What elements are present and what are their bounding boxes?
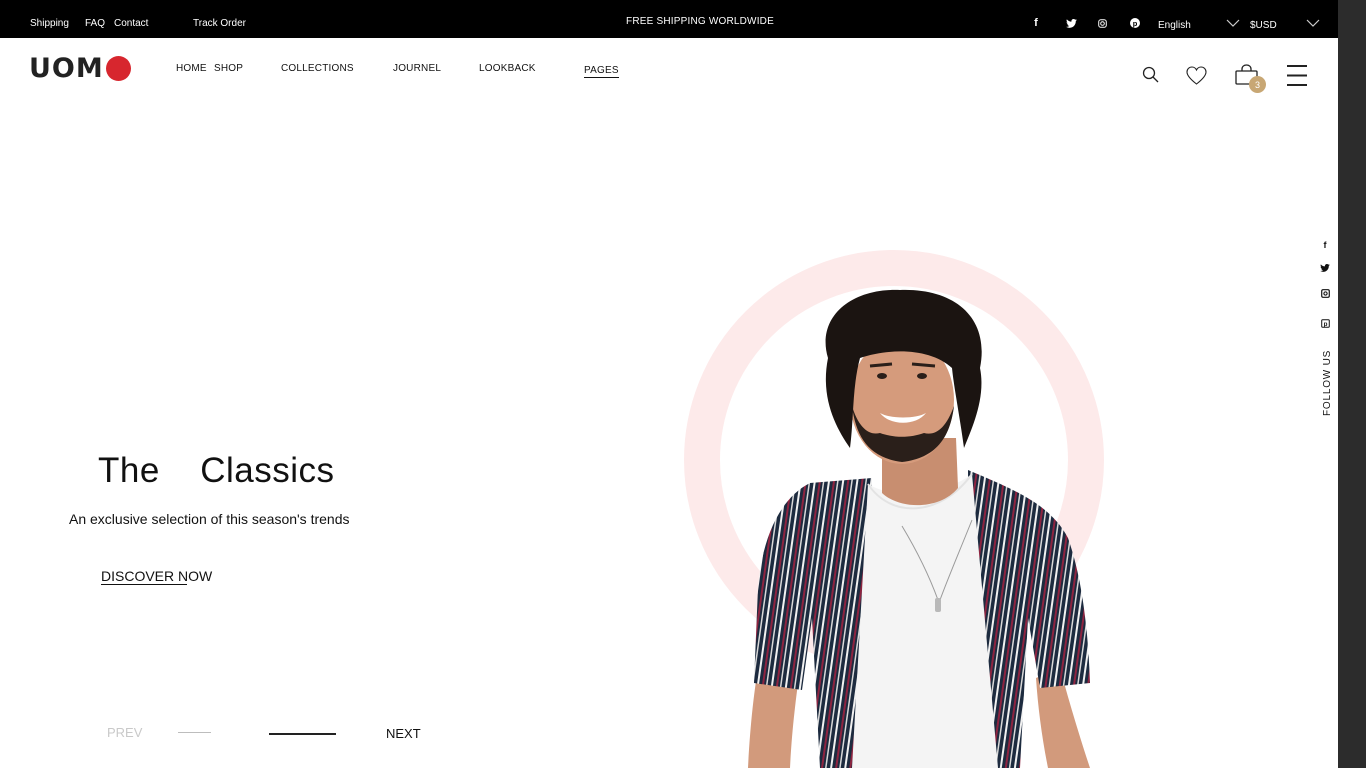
slide-indicator-active[interactable]: [269, 733, 336, 735]
language-select[interactable]: English: [1158, 20, 1191, 31]
nav-shop[interactable]: SHOP: [214, 63, 243, 74]
hero-model-image: [748, 289, 1090, 768]
logo-dot: [105, 55, 131, 81]
menu-icon[interactable]: [1287, 64, 1307, 87]
discover-underline: [101, 584, 187, 585]
hero-subtitle: An exclusive selection of this season's …: [69, 511, 350, 527]
twitter-icon[interactable]: [1065, 17, 1077, 29]
logo-text: UOM: [29, 52, 104, 84]
cart-count-badge: 3: [1249, 76, 1266, 93]
follow-us-label: FOLLOW US: [1322, 349, 1333, 416]
currency-select[interactable]: $USD: [1250, 20, 1277, 31]
twitter-icon[interactable]: [1320, 263, 1330, 273]
facebook-icon[interactable]: f: [1320, 240, 1330, 250]
instagram-icon[interactable]: [1320, 288, 1330, 298]
nav-collections[interactable]: COLLECTIONS: [281, 63, 354, 74]
search-icon[interactable]: [1142, 66, 1160, 84]
nav-journel[interactable]: JOURNEL: [393, 63, 441, 74]
top-bar: Shipping FAQ Contact Track Order FREE SH…: [0, 0, 1338, 38]
chevron-down-icon[interactable]: [1306, 19, 1320, 28]
svg-text:p: p: [1133, 19, 1138, 28]
scrollbar[interactable]: [1338, 0, 1366, 768]
prev-slide-button[interactable]: PREV: [107, 725, 142, 740]
pinterest-icon[interactable]: p: [1320, 318, 1330, 328]
hero-title: The Classics: [98, 451, 335, 490]
instagram-icon[interactable]: [1096, 17, 1108, 29]
svg-text:p: p: [1323, 320, 1327, 327]
pinterest-icon[interactable]: p: [1129, 17, 1141, 29]
slide-indicator-inactive[interactable]: [178, 732, 211, 733]
heart-icon[interactable]: [1186, 66, 1207, 86]
logo[interactable]: UOM: [29, 54, 131, 82]
chevron-down-icon[interactable]: [1226, 19, 1240, 28]
next-slide-button[interactable]: NEXT: [386, 726, 421, 741]
discover-now-button[interactable]: DISCOVER NOW: [101, 568, 213, 585]
nav-pages[interactable]: PAGES: [584, 65, 619, 78]
nav-home[interactable]: HOME: [176, 63, 207, 74]
nav-lookback[interactable]: LOOKBACK: [479, 63, 536, 74]
discover-now-label: DISCOVER NOW: [101, 568, 213, 584]
facebook-icon[interactable]: f: [1030, 17, 1042, 29]
page: Shipping FAQ Contact Track Order FREE SH…: [0, 0, 1338, 768]
